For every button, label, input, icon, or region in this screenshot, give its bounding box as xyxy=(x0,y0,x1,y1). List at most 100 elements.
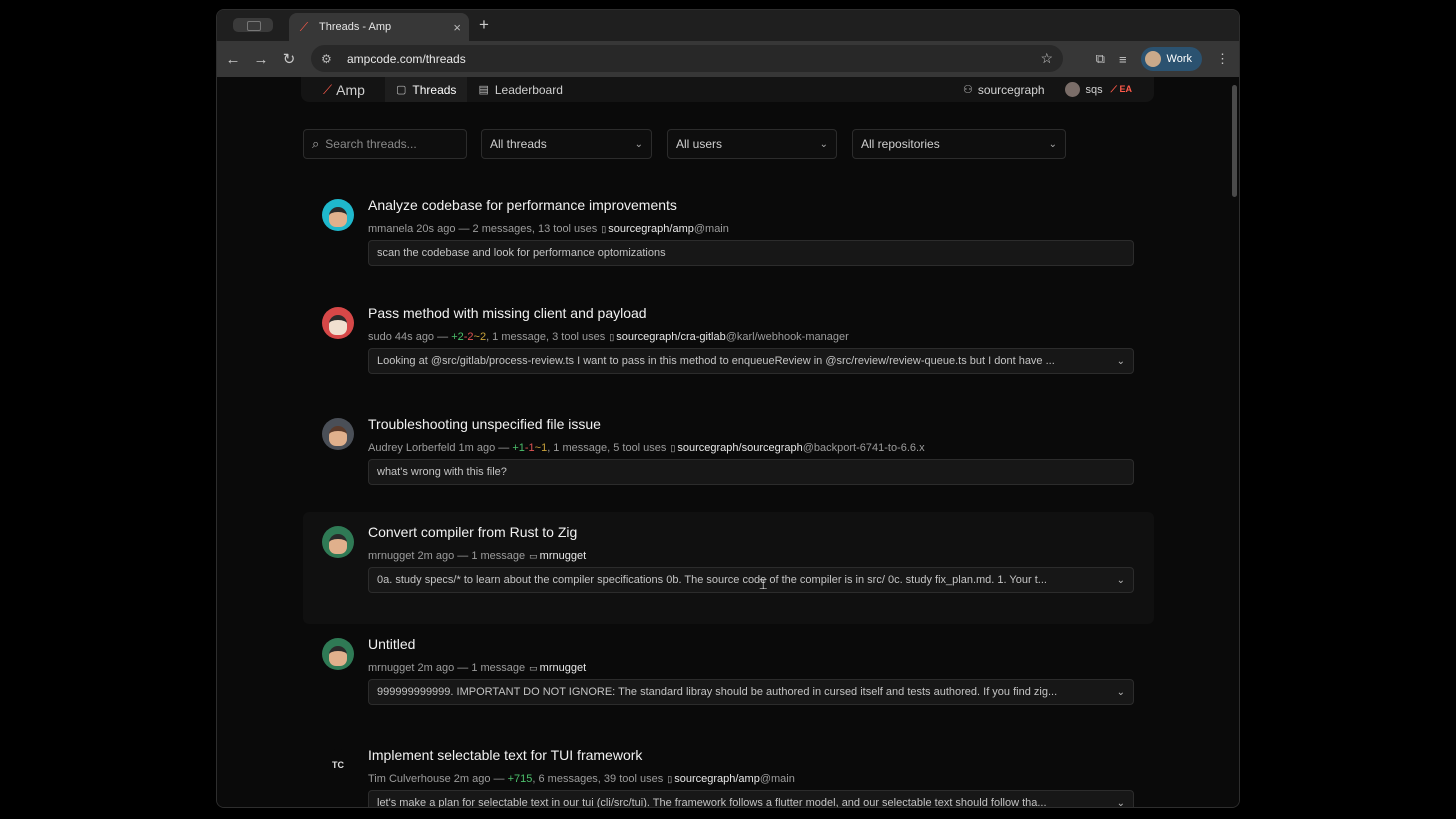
badge-label: EA xyxy=(1119,84,1132,94)
lines-added: +2 xyxy=(451,331,464,343)
lines-removed: -2 xyxy=(463,331,474,343)
users-filter-select[interactable]: All users ⌄ xyxy=(667,129,837,159)
search-icon: ⌕ xyxy=(312,136,320,151)
users-filter-value: All users xyxy=(676,137,723,151)
thread-meta: mrnugget 2m ago — 1 message ▭ mrnugget xyxy=(368,662,586,674)
lines-added: +1 xyxy=(512,442,525,454)
nav-leaderboard-label: Leaderboard xyxy=(494,82,563,97)
thread-title[interactable]: Convert compiler from Rust to Zig xyxy=(368,524,577,540)
thread-message-text: let's make a plan for selectable text in… xyxy=(377,797,1047,807)
thread-message-preview[interactable]: scan the codebase and look for performan… xyxy=(368,240,1134,266)
folder-icon: ▭ xyxy=(529,662,538,673)
browser-toolbar: ← → ↻ ⚙ ampcode.com/threads ☆ ⧉ ≡ Work ⋮ xyxy=(217,41,1239,77)
reload-icon[interactable]: ↻ xyxy=(275,50,303,68)
thread-title[interactable]: Troubleshooting unspecified file issue xyxy=(368,416,601,432)
repo-icon: ▯ xyxy=(670,442,676,453)
url-text[interactable]: ampcode.com/threads xyxy=(347,52,1040,66)
thread-message-preview[interactable]: 0a. study specs/* to learn about the com… xyxy=(368,567,1134,593)
leaderboard-icon: ▤ xyxy=(478,84,489,96)
page-scrollbar[interactable] xyxy=(1232,85,1237,197)
thread-meta-prefix: Audrey Lorberfeld 1m ago — xyxy=(368,442,510,454)
thread-message-preview[interactable]: Looking at @src/gitlab/process-review.ts… xyxy=(368,348,1134,374)
thread-message-preview[interactable]: let's make a plan for selectable text in… xyxy=(368,790,1134,807)
back-icon[interactable]: ← xyxy=(219,51,247,68)
thread-item[interactable]: Convert compiler from Rust to Zig mrnugg… xyxy=(303,512,1154,624)
profile-button[interactable]: Work xyxy=(1140,47,1202,71)
thread-meta: mrnugget 2m ago — 1 message ▭ mrnugget xyxy=(368,550,586,562)
brand-name: Amp xyxy=(336,81,365,98)
thread-title[interactable]: Implement selectable text for TUI framew… xyxy=(368,747,642,763)
thread-title[interactable]: Pass method with missing client and payl… xyxy=(368,305,647,321)
search-placeholder: Search threads... xyxy=(325,137,417,151)
thread-branch: @karl/webhook-manager xyxy=(725,331,849,343)
chevron-down-icon: ⌄ xyxy=(634,138,643,150)
user-menu[interactable]: sqs ⟋ EA xyxy=(1064,82,1132,97)
avatar-initials: TC xyxy=(332,760,344,770)
pinned-tab[interactable] xyxy=(233,18,273,32)
chevron-down-icon: ⌄ xyxy=(1048,138,1057,150)
brand-logo[interactable]: ⟋ Amp xyxy=(301,82,385,98)
thread-meta-text: mrnugget 2m ago — 1 message xyxy=(368,550,526,562)
nav-threads[interactable]: ▢ Threads xyxy=(385,77,468,102)
org-icon: ⚇ xyxy=(962,84,973,96)
thread-message-preview[interactable]: what's wrong with this file? xyxy=(368,459,1134,485)
thread-repo[interactable]: sourcegraph/amp xyxy=(674,773,760,785)
thread-meta: Tim Culverhouse 2m ago — +715, 6 message… xyxy=(368,773,795,785)
thread-item[interactable]: Pass method with missing client and payl… xyxy=(303,293,1154,405)
thread-repo[interactable]: sourcegraph/cra-gitlab xyxy=(616,331,725,343)
site-settings-icon[interactable]: ⚙ xyxy=(321,52,339,66)
chevron-down-icon[interactable]: ⌄ xyxy=(1117,356,1125,367)
thread-repo[interactable]: sourcegraph/amp xyxy=(608,223,694,235)
media-controls-icon[interactable]: ≡ xyxy=(1119,52,1127,67)
profile-name: Work xyxy=(1166,53,1192,65)
thread-repo[interactable]: sourcegraph/sourcegraph xyxy=(677,442,802,454)
thread-meta: Audrey Lorberfeld 1m ago — +1 -1 ~1, 1 mes… xyxy=(368,442,925,454)
thread-meta-prefix: Tim Culverhouse 2m ago — xyxy=(368,773,505,785)
thread-item[interactable]: Analyze codebase for performance improve… xyxy=(303,185,1154,297)
address-bar[interactable]: ⚙ ampcode.com/threads ☆ xyxy=(311,45,1063,72)
chevron-down-icon[interactable]: ⌄ xyxy=(1117,798,1125,808)
avatar xyxy=(322,638,354,670)
threads-filter-select[interactable]: All threads ⌄ xyxy=(481,129,652,159)
thread-item[interactable]: Troubleshooting unspecified file issue A… xyxy=(303,404,1154,516)
tab-threads[interactable]: ⟋ Threads - Amp × xyxy=(289,13,469,41)
lines-modified: ~1 xyxy=(534,442,548,454)
thread-meta-prefix: sudo 44s ago — xyxy=(368,331,449,343)
chevron-down-icon: ⌄ xyxy=(819,138,828,150)
extensions-icon[interactable]: ⧉ xyxy=(1096,51,1105,67)
tab-strip: ⟋ Threads - Amp × + xyxy=(217,10,1239,41)
forward-icon[interactable]: → xyxy=(247,51,275,68)
browser-menu-icon[interactable]: ⋮ xyxy=(1216,51,1229,67)
repositories-filter-select[interactable]: All repositories ⌄ xyxy=(852,129,1066,159)
thread-message-text: Looking at @src/gitlab/process-review.ts… xyxy=(377,355,1055,367)
profile-avatar xyxy=(1144,51,1161,67)
user-name: sqs xyxy=(1085,83,1103,96)
thread-title[interactable]: Analyze codebase for performance improve… xyxy=(368,197,677,213)
search-input[interactable]: ⌕ Search threads... xyxy=(303,129,467,159)
thread-item[interactable]: Untitled mrnugget 2m ago — 1 message ▭ m… xyxy=(303,624,1154,736)
new-tab-icon[interactable]: + xyxy=(479,15,489,35)
avatar: TC xyxy=(322,749,354,781)
org-switcher[interactable]: ⚇ sourcegraph xyxy=(963,83,1045,97)
bookmark-star-icon[interactable]: ☆ xyxy=(1040,50,1053,67)
page-viewport: ⟋ Amp ▢ Threads ▤ Leaderboard ⚇ sourcegr… xyxy=(217,77,1239,807)
nav-leaderboard[interactable]: ▤ Leaderboard xyxy=(467,77,573,102)
thread-message-text: 0a. study specs/* to learn about the com… xyxy=(377,574,1047,586)
app-header: ⟋ Amp ▢ Threads ▤ Leaderboard ⚇ sourcegr… xyxy=(301,77,1154,102)
close-tab-icon[interactable]: × xyxy=(453,20,461,35)
thread-meta-suffix: , 1 message, 3 tool uses xyxy=(486,331,606,343)
lines-removed: -1 xyxy=(524,442,535,454)
thread-title[interactable]: Untitled xyxy=(368,636,415,652)
lines-modified: ~2 xyxy=(473,331,487,343)
thread-message-preview[interactable]: 999999999999. IMPORTANT DO NOT IGNORE: T… xyxy=(368,679,1134,705)
user-avatar xyxy=(1064,82,1080,97)
thread-item[interactable]: TC Implement selectable text for TUI fra… xyxy=(303,735,1154,807)
thread-branch: @backport-6741-to-6.6.x xyxy=(802,442,925,454)
thread-meta-suffix: , 6 messages, 39 tool uses xyxy=(532,773,664,785)
chevron-down-icon[interactable]: ⌄ xyxy=(1117,575,1125,586)
thread-meta: sudo 44s ago — +2 -2 ~2, 1 message, 3 tool… xyxy=(368,331,849,343)
mouse-cursor-icon: ⌶ xyxy=(759,576,768,592)
chevron-down-icon[interactable]: ⌄ xyxy=(1117,687,1125,698)
tab-title: Threads - Amp xyxy=(319,21,392,33)
browser-window: ⟋ Threads - Amp × + ← → ↻ ⚙ ampcode.com/… xyxy=(216,9,1240,808)
